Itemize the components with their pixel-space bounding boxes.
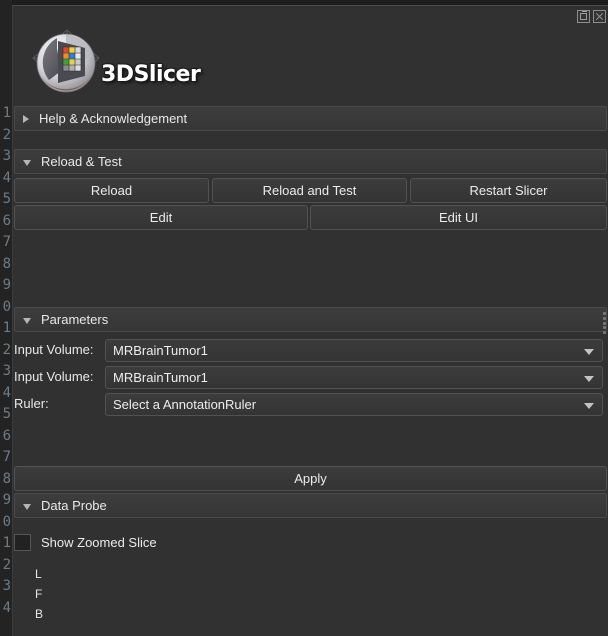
reload-button[interactable]: Reload (14, 178, 209, 203)
section-data-probe-label: Data Probe (41, 498, 107, 513)
section-data-probe[interactable]: Data Probe (14, 493, 607, 518)
restart-slicer-button[interactable]: Restart Slicer (410, 178, 607, 203)
gutter-line-number: 2 (2, 556, 11, 573)
gutter-line-number: 4 (2, 169, 11, 186)
input-volume-combobox-2[interactable]: MRBrainTumor1 (105, 366, 603, 389)
show-zoomed-slice-label: Show Zoomed Slice (41, 535, 157, 550)
gutter-line-number: 2 (2, 341, 11, 358)
gutter-line-number: 3 (2, 578, 11, 594)
gutter-line-number: 2 (2, 126, 11, 143)
parameter-label: Input Volume: (14, 342, 94, 357)
gutter-line-number: 3 (2, 148, 11, 164)
input-volume-combobox-1[interactable]: MRBrainTumor1 (105, 339, 603, 362)
grip-dot (602, 312, 606, 315)
gutter-line-number: 5 (2, 406, 11, 422)
edit-ui-button[interactable]: Edit UI (310, 205, 607, 230)
chevron-down-icon (584, 349, 594, 355)
gutter-line-number: 1 (2, 320, 11, 336)
section-parameters-label: Parameters (41, 312, 109, 327)
gutter-line-number: 9 (2, 277, 11, 293)
section-parameters[interactable]: Parameters (14, 307, 607, 332)
parameter-label: Input Volume: (14, 369, 94, 384)
chevron-down-icon (23, 159, 31, 166)
combobox-value: MRBrainTumor1 (113, 343, 208, 358)
gutter-line-number: 3 (2, 363, 11, 379)
combobox-value: MRBrainTumor1 (113, 370, 208, 385)
slicer-module-panel-window: 1 2 3 4 5 6 7 8 9 0 1 2 3 4 5 6 7 8 9 0 1 2 3 4 3DSlicer Help &… (0, 0, 608, 636)
chevron-down-icon (23, 503, 31, 510)
apply-button[interactable]: Apply (14, 466, 607, 491)
gutter-line-number: 8 (2, 470, 11, 487)
close-icon[interactable] (593, 9, 606, 23)
grip-dot (602, 326, 606, 330)
gutter-line-number: 7 (2, 449, 11, 465)
branding-header: 3DSlicer (13, 22, 608, 106)
combobox-value: Select a AnnotationRuler (113, 397, 257, 412)
parameter-label: Ruler: (14, 396, 49, 411)
slicer-logo-icon (27, 24, 105, 102)
section-reload-label: Reload & Test (41, 154, 122, 169)
parameter-row-input-volume-1: Input Volume: MRBrainTumor1 (14, 339, 607, 363)
gutter-line-number: 9 (2, 492, 11, 508)
grip-dot (602, 331, 606, 334)
gutter-line-number: 1 (2, 535, 11, 551)
parameter-row-ruler: Ruler: Select a AnnotationRuler (14, 393, 607, 417)
reload-and-test-button[interactable]: Reload and Test (212, 178, 407, 203)
gutter-line-number: 6 (2, 427, 11, 444)
module-dock-panel: 3DSlicer Help & Acknowledgement Reload &… (12, 5, 608, 636)
section-help-label: Help & Acknowledgement (39, 111, 188, 126)
grip-dot (602, 321, 606, 325)
chevron-down-icon (584, 403, 594, 409)
gutter-line-number: 7 (2, 234, 11, 250)
gutter-line-number: 6 (2, 212, 11, 229)
data-probe-orientation-b: B (35, 607, 44, 621)
gutter-line-number: 0 (2, 298, 11, 315)
edit-button[interactable]: Edit (14, 205, 308, 230)
section-reload-and-test[interactable]: Reload & Test (14, 149, 607, 174)
gutter-line-number: 5 (2, 191, 11, 207)
gutter-line-number: 8 (2, 255, 11, 272)
chevron-right-icon (23, 114, 29, 123)
gutter-line-number: 1 (2, 105, 11, 121)
data-probe-orientation-l: L (35, 567, 42, 581)
panel-splitter-grip[interactable] (601, 312, 607, 334)
parameter-row-input-volume-2: Input Volume: MRBrainTumor1 (14, 366, 607, 390)
grip-dot (602, 316, 606, 320)
gutter-line-number: 4 (2, 384, 11, 401)
editor-line-number-gutter: 1 2 3 4 5 6 7 8 9 0 1 2 3 4 5 6 7 8 9 0 1 2 3 4 (0, 0, 12, 636)
gutter-line-number: 4 (2, 599, 11, 616)
chevron-down-icon (23, 317, 31, 324)
show-zoomed-slice-row: Show Zoomed Slice (14, 534, 157, 551)
data-probe-orientation-f: F (35, 587, 43, 601)
ruler-combobox[interactable]: Select a AnnotationRuler (105, 393, 603, 416)
show-zoomed-slice-checkbox[interactable] (14, 534, 31, 551)
gutter-line-number: 0 (2, 513, 11, 530)
app-wordmark: 3DSlicer (101, 62, 201, 87)
section-help-and-acknowledgement[interactable]: Help & Acknowledgement (14, 106, 607, 131)
undock-icon[interactable] (577, 9, 590, 23)
chevron-down-icon (584, 376, 594, 382)
